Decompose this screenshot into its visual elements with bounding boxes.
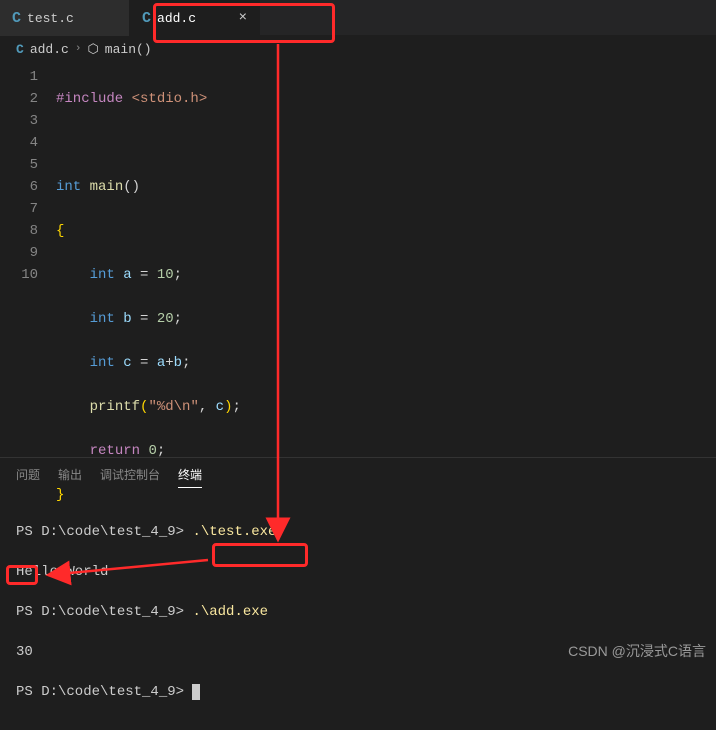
terminal-prompt: PS D:\code\test_4_9>: [16, 604, 192, 620]
code-content[interactable]: #include <stdio.h> int main() { int a = …: [56, 66, 716, 457]
terminal-output: Hello World: [16, 562, 700, 582]
tab-terminal[interactable]: 终端: [178, 466, 202, 488]
c-file-icon: C: [142, 10, 151, 27]
cursor-icon: [192, 684, 200, 700]
tab-label: add.c: [157, 11, 196, 26]
tab-label: test.c: [27, 11, 74, 26]
watermark: CSDN @沉浸式C语言: [568, 641, 706, 661]
chevron-right-icon: ›: [75, 43, 82, 55]
terminal-command: .\add.exe: [192, 604, 268, 620]
breadcrumb-symbol: main(): [105, 42, 152, 57]
c-file-icon: C: [16, 42, 24, 57]
symbol-icon: ⬡: [87, 42, 98, 57]
breadcrumb-file: add.c: [30, 42, 69, 57]
tab-test-c[interactable]: C test.c: [0, 0, 130, 36]
c-file-icon: C: [12, 10, 21, 27]
tab-add-c[interactable]: C add.c ×: [130, 0, 260, 36]
terminal-prompt: PS D:\code\test_4_9>: [16, 524, 192, 540]
code-editor[interactable]: 1 2 3 4 5 6 7 8 9 10 #include <stdio.h> …: [0, 62, 716, 457]
editor-tabs: C test.c C add.c ×: [0, 0, 716, 36]
tab-debug-console[interactable]: 调试控制台: [100, 466, 160, 488]
tab-output[interactable]: 输出: [58, 466, 82, 488]
line-gutter: 1 2 3 4 5 6 7 8 9 10: [0, 66, 56, 457]
tab-problems[interactable]: 问题: [16, 466, 40, 488]
terminal-command: .\test.exe: [192, 524, 276, 540]
close-icon[interactable]: ×: [239, 10, 247, 26]
breadcrumb[interactable]: C add.c › ⬡ main(): [0, 36, 716, 62]
terminal-prompt: PS D:\code\test_4_9>: [16, 684, 192, 700]
